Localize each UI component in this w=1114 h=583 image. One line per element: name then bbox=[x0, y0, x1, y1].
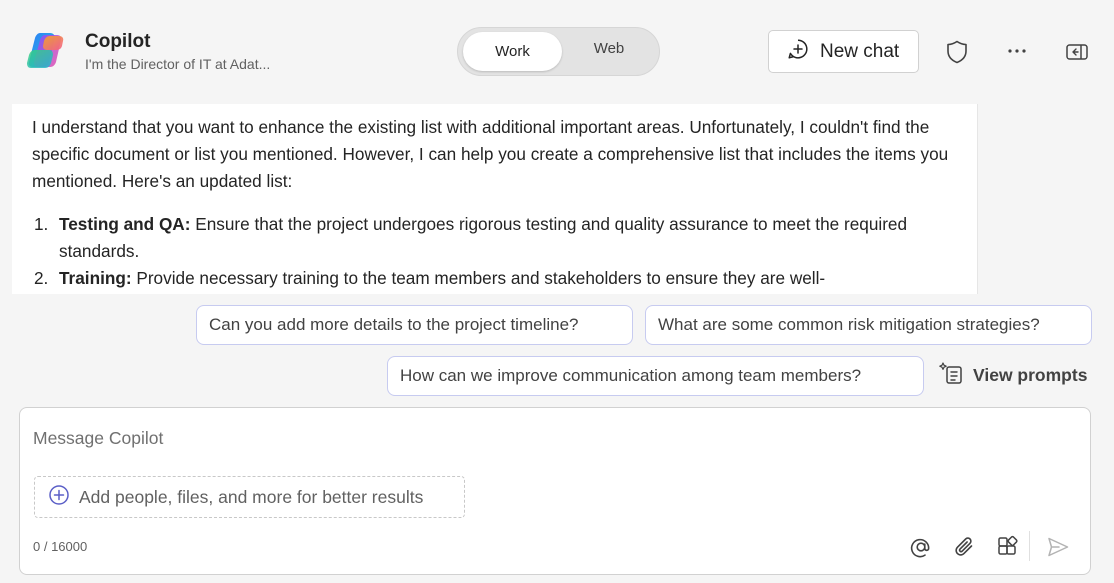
character-count: 0 / 16000 bbox=[33, 539, 88, 554]
suggestion-chip-risk[interactable]: What are some common risk mitigation str… bbox=[645, 305, 1092, 345]
app-subtitle: I'm the Director of IT at Adat... bbox=[85, 56, 271, 72]
list-item-number: 1. bbox=[34, 214, 49, 234]
suggestion-chip-communication[interactable]: How can we improve communication among t… bbox=[387, 356, 924, 396]
mention-icon[interactable] bbox=[908, 534, 934, 560]
list-item: 1. Testing and QA: Ensure that the proje… bbox=[32, 211, 962, 265]
prompts-icon bbox=[938, 360, 964, 391]
add-context-label: Add people, files, and more for better r… bbox=[79, 486, 424, 507]
message-input[interactable] bbox=[33, 428, 933, 449]
list-item: 2. Training: Provide necessary training … bbox=[32, 265, 962, 292]
view-prompts-label: View prompts bbox=[973, 364, 1088, 385]
work-web-toggle: Work Web bbox=[457, 27, 660, 76]
toggle-web-option[interactable]: Web bbox=[562, 32, 656, 71]
app-title: Copilot bbox=[85, 31, 151, 52]
message-list: 1. Testing and QA: Ensure that the proje… bbox=[32, 211, 962, 292]
add-context-button[interactable]: Add people, files, and more for better r… bbox=[34, 476, 465, 518]
view-prompts-button[interactable]: View prompts bbox=[938, 360, 1087, 390]
toggle-work-option[interactable]: Work bbox=[463, 32, 562, 71]
more-icon[interactable] bbox=[1003, 40, 1031, 62]
send-icon[interactable] bbox=[1045, 534, 1071, 560]
new-chat-label: New chat bbox=[820, 40, 900, 62]
suggestion-chip-timeline[interactable]: Can you add more details to the project … bbox=[196, 305, 633, 345]
list-item-title: Training: bbox=[59, 268, 132, 288]
composer: Add people, files, and more for better r… bbox=[19, 407, 1091, 575]
new-chat-button[interactable]: New chat bbox=[768, 30, 919, 73]
assistant-message: I understand that you want to enhance th… bbox=[12, 104, 978, 294]
list-item-number: 2. bbox=[34, 268, 49, 288]
list-item-title: Testing and QA: bbox=[59, 214, 191, 234]
sidebar-toggle-icon[interactable] bbox=[1063, 39, 1091, 65]
toolbar-divider bbox=[1029, 531, 1030, 561]
shield-icon[interactable] bbox=[943, 39, 971, 65]
header: Copilot I'm the Director of IT at Adat..… bbox=[0, 0, 1114, 104]
message-paragraph: I understand that you want to enhance th… bbox=[32, 117, 949, 191]
plus-chat-icon bbox=[787, 38, 809, 65]
apps-icon[interactable] bbox=[995, 534, 1021, 560]
attach-icon[interactable] bbox=[951, 534, 977, 560]
copilot-logo-icon bbox=[26, 30, 68, 72]
list-item-text: Provide necessary training to the team m… bbox=[136, 268, 826, 288]
add-circle-icon bbox=[48, 484, 70, 511]
